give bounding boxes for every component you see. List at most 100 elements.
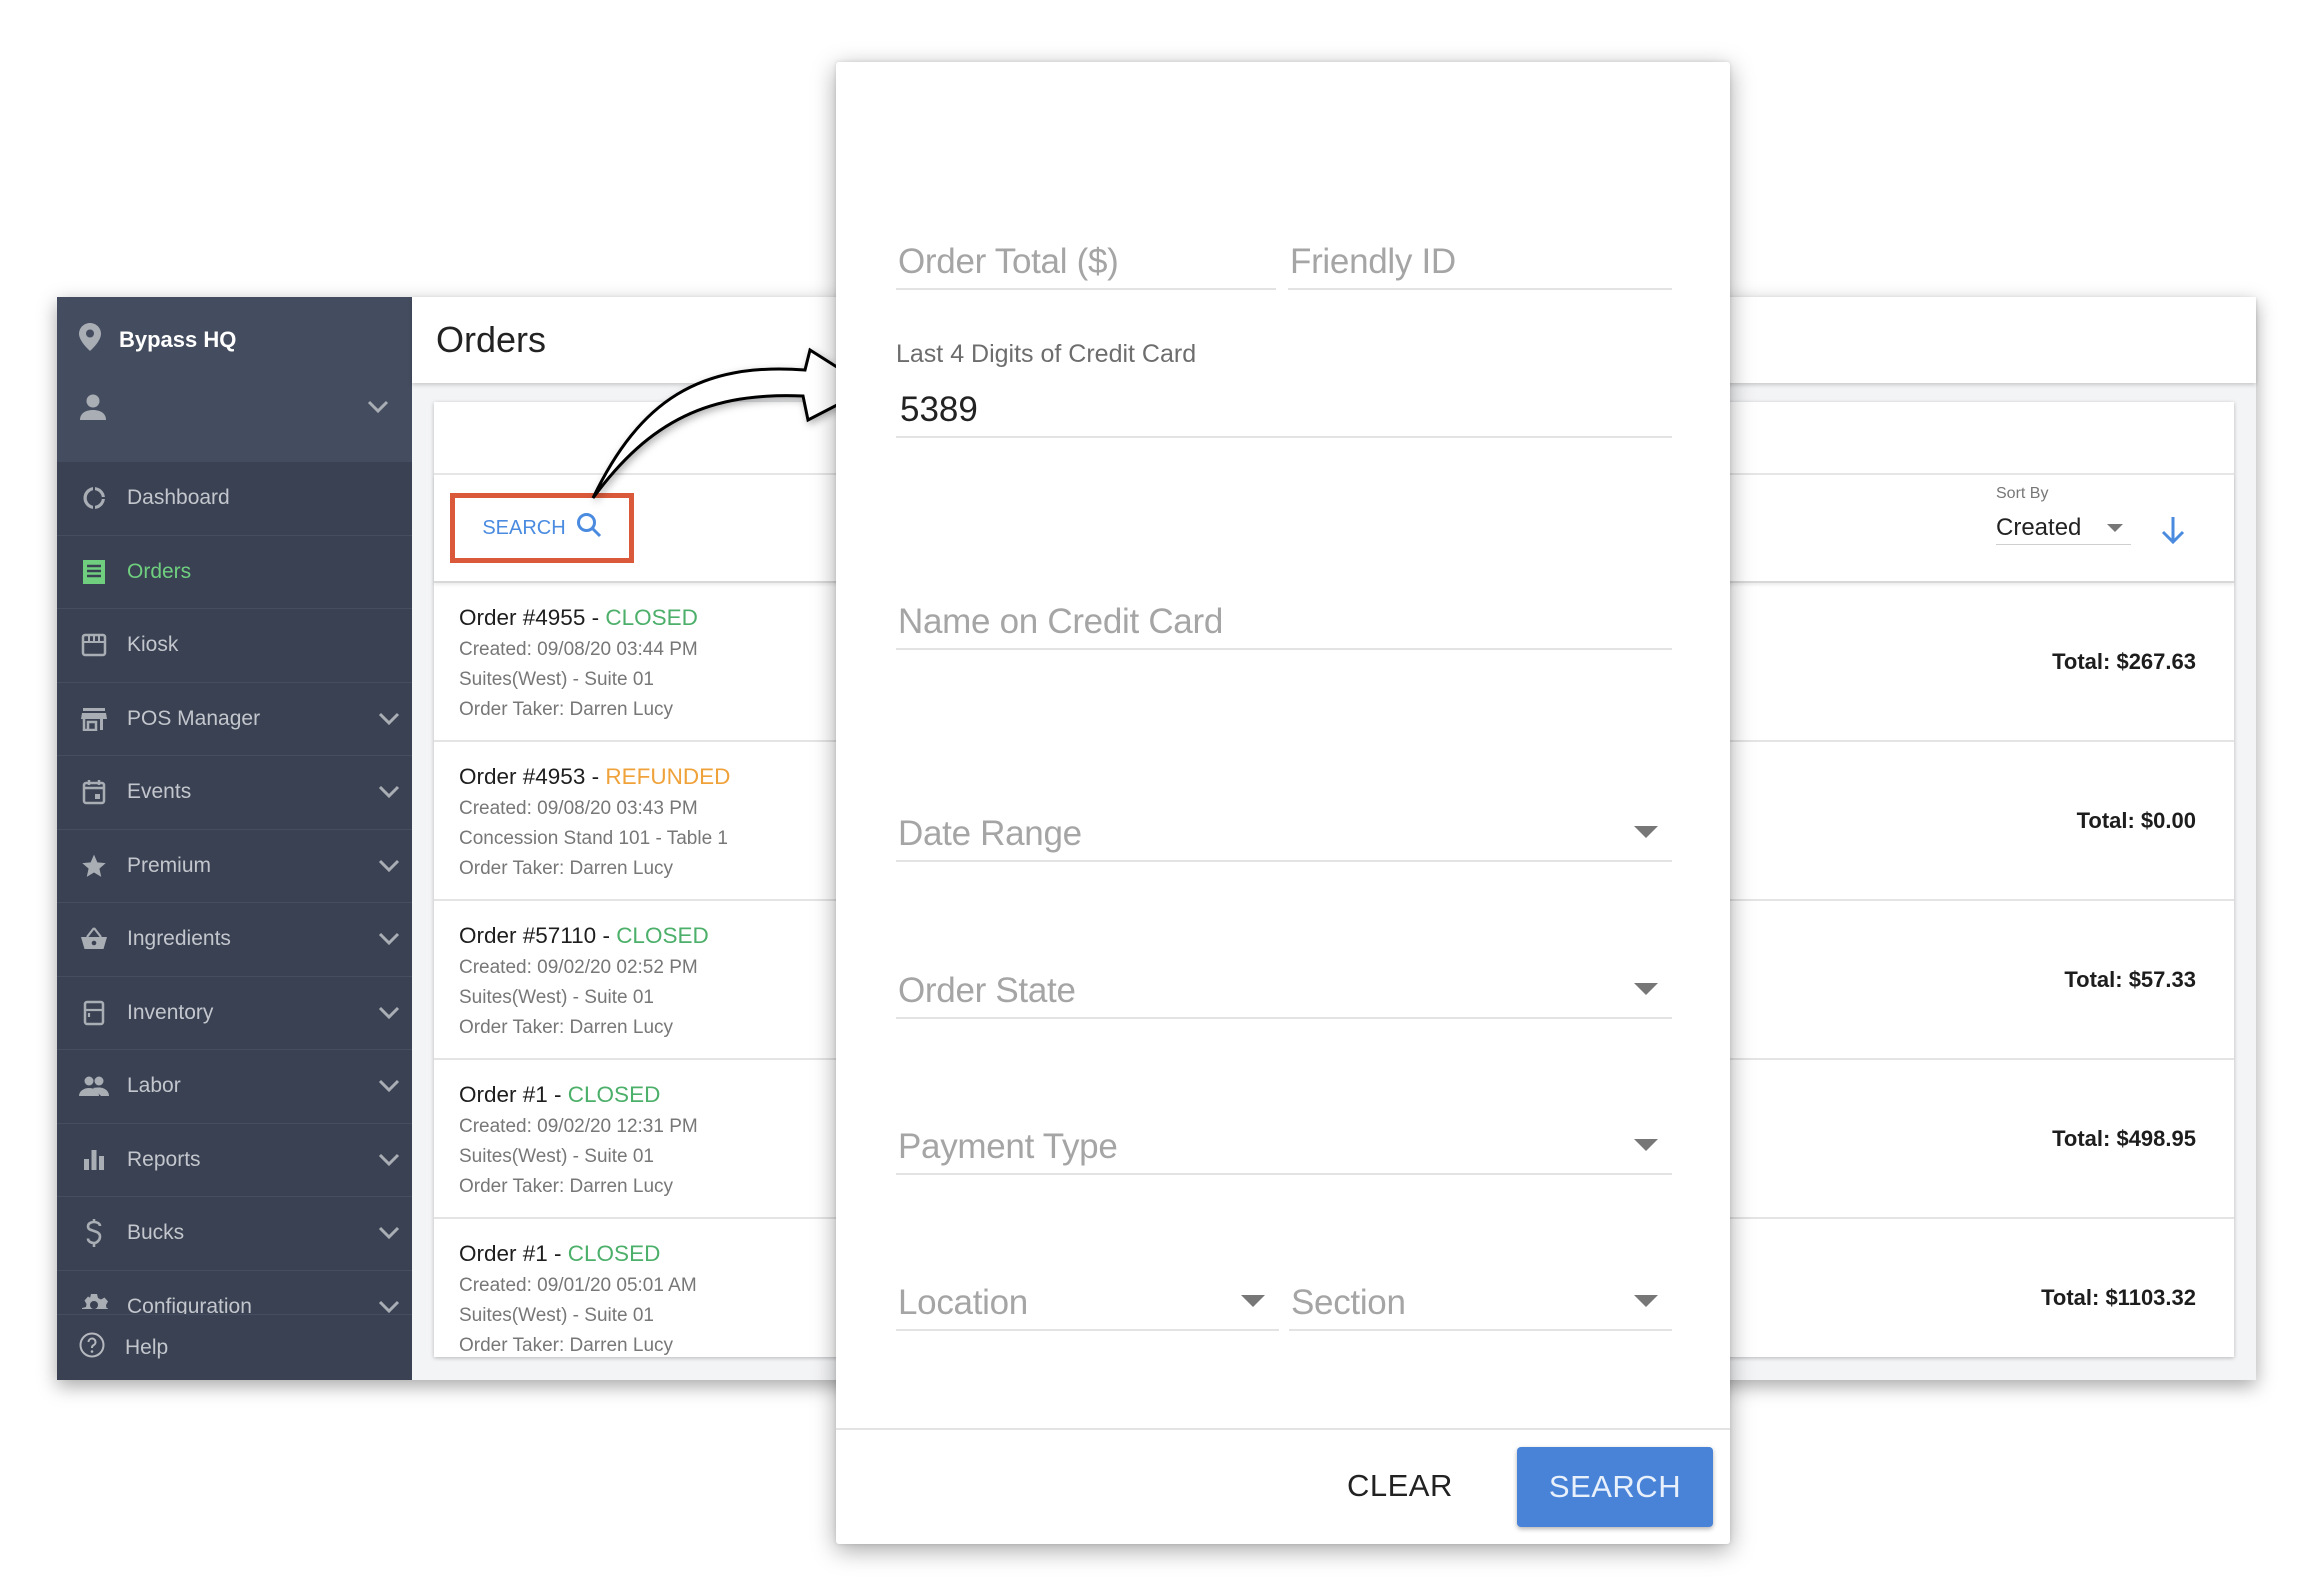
order-number: Order #4955 [459,605,586,630]
sidebar-item-ingredients[interactable]: Ingredients [57,903,412,977]
order-number: Order #1 [459,1082,548,1107]
section-select[interactable]: Section [1289,1239,1672,1331]
dropdown-caret-icon [1634,1139,1658,1151]
search-orders-modal: Order Total ($) Friendly ID Last 4 Digit… [836,62,1730,1544]
venue-selector[interactable]: Bypass HQ [79,323,236,356]
location-pin-icon [79,323,101,356]
help-circle-icon [79,1332,105,1364]
location-select[interactable]: Location [896,1239,1279,1331]
order-status-badge: REFUNDED [605,764,731,789]
chevron-down-icon [378,1222,400,1244]
cc-name-field[interactable]: Name on Credit Card [896,562,1672,650]
page-title: Orders [436,319,547,360]
store-icon [79,704,109,734]
order-total-field[interactable]: Order Total ($) [896,170,1276,290]
sidebar-item-label: Bucks [127,1221,185,1245]
sort-by-caption: Sort By [1996,485,2049,502]
calendar-icon [79,777,109,807]
chevron-down-icon [378,855,400,877]
sidebar-item-inventory[interactable]: Inventory [57,977,412,1050]
dropdown-caret-icon [1241,1295,1265,1307]
sort-direction-toggle[interactable] [2160,515,2186,550]
search-submit-label: SEARCH [1548,1469,1682,1504]
sidebar-item-bucks[interactable]: Bucks [57,1197,412,1271]
dropdown-caret-icon [1634,1295,1658,1307]
sidebar-header: Bypass HQ [57,297,412,462]
order-total: Total: $0.00 [2076,808,2196,833]
order-total: Total: $57.33 [2064,967,2196,992]
modal-footer: CLEAR SEARCH [836,1428,1730,1544]
person-icon [79,393,107,426]
order-state-select[interactable]: Order State [896,926,1672,1019]
sidebar-item-pos-manager[interactable]: POS Manager [57,683,412,756]
payment-type-placeholder: Payment Type [898,1127,1118,1166]
help-link[interactable]: Help [57,1314,412,1380]
user-menu[interactable] [79,389,389,429]
chevron-down-icon [378,1002,400,1024]
dropdown-caret-icon [1634,826,1658,838]
chevron-down-icon [367,400,389,419]
order-number: Order #57110 [459,923,597,948]
cc-last4-field[interactable]: Last 4 Digits of Credit Card 5389 [896,340,1672,438]
chevron-down-icon [378,1149,400,1171]
sidebar-item-label: Orders [127,559,192,583]
order-total-placeholder: Order Total ($) [898,242,1119,281]
sidebar-item-labor[interactable]: Labor [57,1050,412,1124]
sidebar-item-label: Premium [127,853,212,877]
order-total: Total: $267.63 [2052,649,2196,674]
open-search-button[interactable]: SEARCH [450,493,634,563]
basket-icon [79,924,109,954]
dashboard-icon [79,483,109,513]
arrow-down-icon [2160,517,2186,549]
cc-last4-label: Last 4 Digits of Credit Card [896,340,1197,368]
order-status-badge: CLOSED [605,605,698,630]
section-placeholder: Section [1291,1283,1406,1322]
sidebar-item-label: Events [127,780,192,804]
date-range-placeholder: Date Range [898,814,1082,853]
sidebar-item-label: POS Manager [127,706,261,730]
bar-chart-icon [79,1145,109,1175]
fridge-icon [79,998,109,1028]
payment-type-select[interactable]: Payment Type [896,1082,1672,1175]
order-state-placeholder: Order State [898,971,1076,1010]
date-range-select[interactable]: Date Range [896,770,1672,862]
search-button-label: SEARCH [482,516,566,539]
friendly-id-field[interactable]: Friendly ID [1288,170,1672,290]
sidebar-item-orders[interactable]: Orders [57,536,412,609]
venue-name: Bypass HQ [119,326,237,352]
chevron-down-icon [378,781,400,803]
clear-button[interactable]: CLEAR [1347,1468,1453,1504]
order-status-badge: CLOSED [616,923,709,948]
sidebar-item-events[interactable]: Events [57,756,412,830]
sort-by-select[interactable]: Created [1996,511,2131,545]
order-total: Total: $498.95 [2052,1126,2196,1151]
sort-by-control: Sort By Created [1996,485,2131,545]
order-status-badge: CLOSED [567,1082,661,1107]
search-icon [576,512,602,544]
order-number: Order #1 [459,1241,548,1266]
search-submit-button[interactable]: SEARCH [1517,1447,1713,1527]
kiosk-icon [79,630,109,660]
dropdown-caret-icon [1634,983,1658,995]
sidebar: Bypass HQ Dashboard Orders Kiosk POS Manage… [57,297,412,1380]
order-total: Total: $1103.32 [2041,1285,2196,1310]
sidebar-item-label: Kiosk [127,633,179,657]
sidebar-item-label: Reports [127,1147,201,1171]
sidebar-item-label: Inventory [127,1000,214,1024]
sidebar-item-premium[interactable]: Premium [57,830,412,903]
order-number: Order #4953 [459,764,586,789]
dollar-icon [79,1218,109,1248]
dropdown-caret-icon [2107,523,2123,532]
sort-by-value: Created [1996,513,2082,541]
sidebar-item-reports[interactable]: Reports [57,1124,412,1197]
chevron-down-icon [378,708,400,730]
chevron-down-icon [378,1075,400,1097]
cc-last4-value: 5389 [900,390,978,429]
sidebar-item-kiosk[interactable]: Kiosk [57,609,412,683]
sidebar-nav: Dashboard Orders Kiosk POS Manager Events Pre… [57,462,412,1380]
star-icon [79,851,109,881]
location-placeholder: Location [898,1283,1028,1322]
sidebar-item-dashboard[interactable]: Dashboard [57,462,412,536]
friendly-id-placeholder: Friendly ID [1290,242,1456,281]
cc-name-placeholder: Name on Credit Card [898,602,1223,641]
